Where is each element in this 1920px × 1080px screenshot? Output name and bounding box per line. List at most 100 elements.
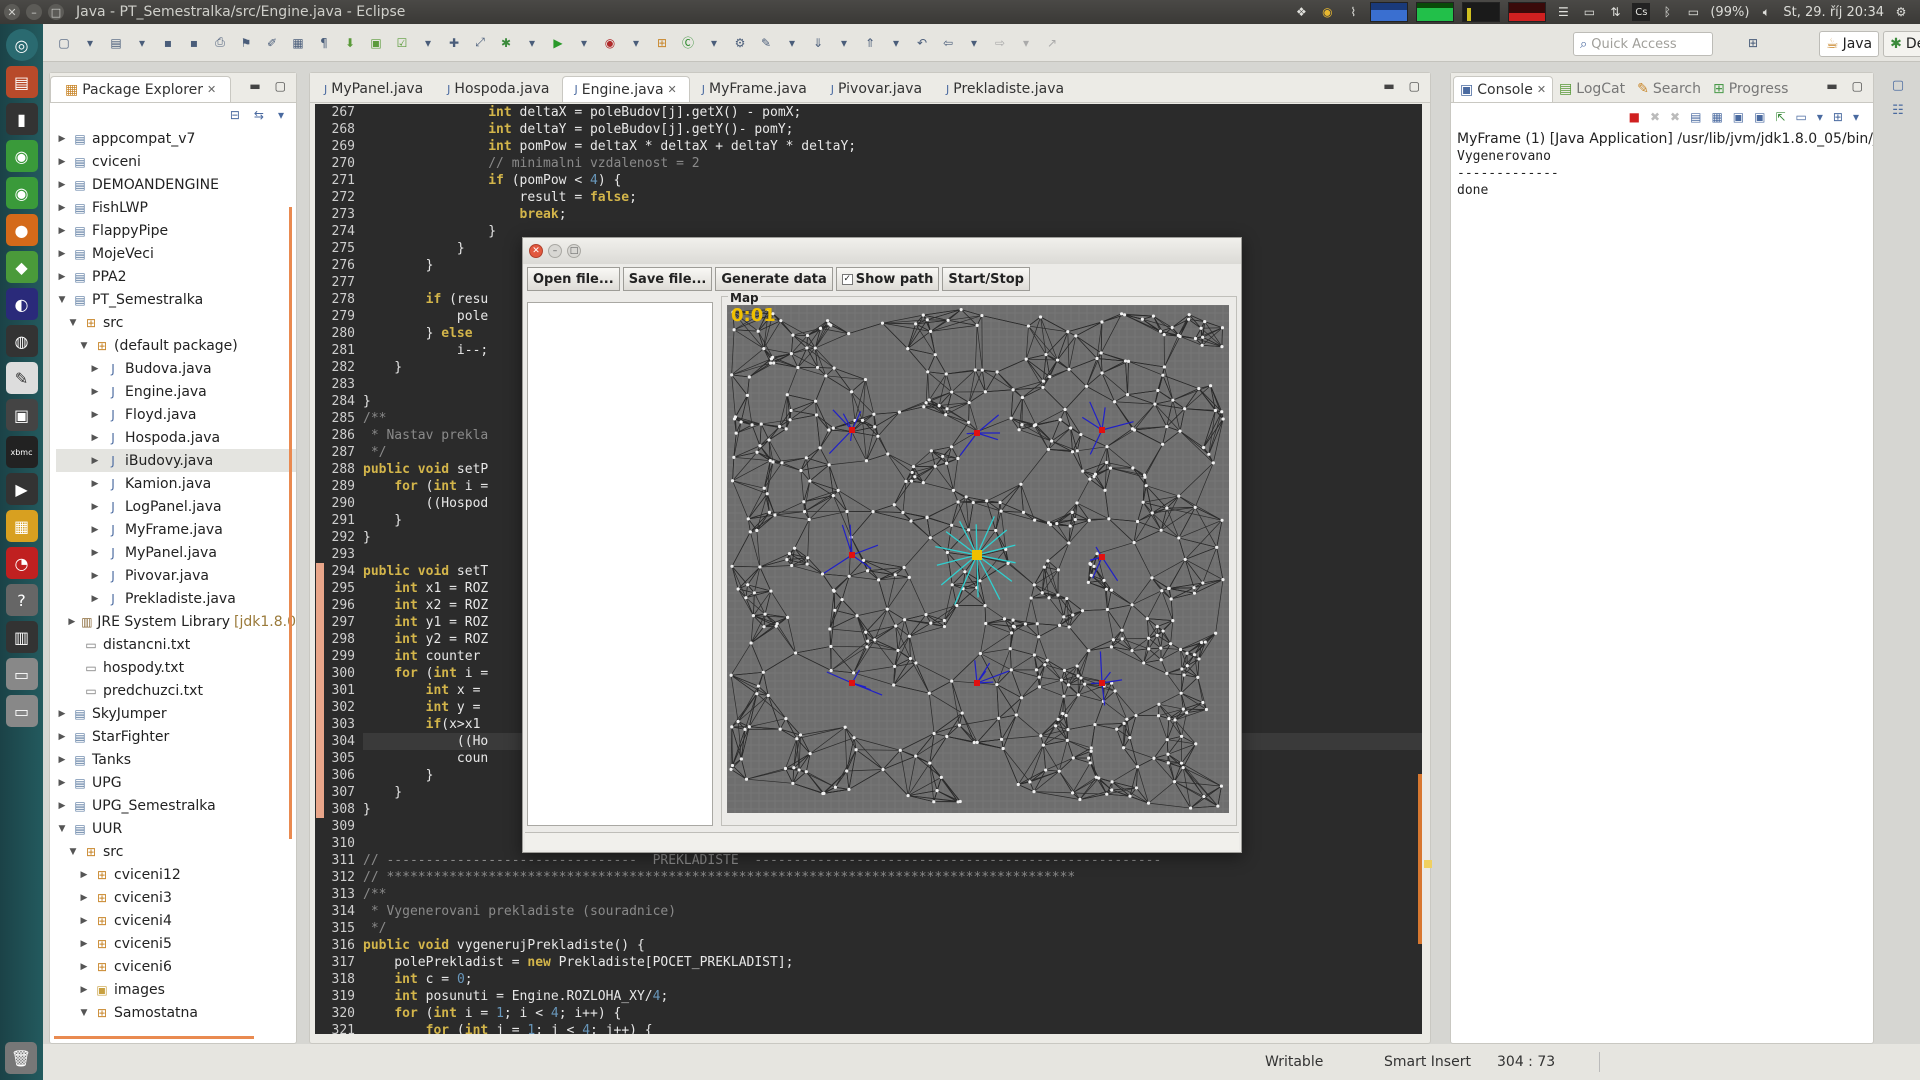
android-avd-icon[interactable]: ▣: [365, 32, 387, 54]
window-maximize-icon[interactable]: □: [48, 4, 64, 20]
tree-item[interactable]: ▶ J Floyd.java: [56, 403, 296, 426]
chrome-launcher-icon[interactable]: ◉: [5, 177, 38, 209]
tree-item[interactable]: ▶ ▤ SkyJumper: [56, 702, 296, 725]
skip-breakpoints-icon[interactable]: ⤢: [469, 32, 491, 54]
tree-item[interactable]: ▶ J Budova.java: [56, 357, 296, 380]
close-tab-icon[interactable]: ✕: [207, 83, 216, 96]
collapsed-arrow-icon[interactable]: ▶: [89, 456, 101, 466]
dropdown-icon[interactable]: ▾: [885, 32, 907, 54]
menu-icon[interactable]: ☰: [1554, 3, 1572, 21]
view-menu-icon[interactable]: ▾: [278, 108, 284, 122]
network-icon[interactable]: ⇅: [1606, 3, 1624, 21]
maximize-view-icon[interactable]: ▢: [1852, 79, 1863, 93]
block-selection-icon[interactable]: ▦: [287, 32, 309, 54]
expanded-arrow-icon[interactable]: ▼: [78, 1008, 90, 1018]
collapsed-arrow-icon[interactable]: ▶: [56, 778, 68, 788]
collapsed-arrow-icon[interactable]: ▶: [89, 364, 101, 374]
outline-icon[interactable]: ☷: [1892, 103, 1904, 118]
collapsed-arrow-icon[interactable]: ▶: [89, 525, 101, 535]
editor-tab[interactable]: J Prekladiste.java: [934, 76, 1076, 102]
collapsed-arrow-icon[interactable]: ▶: [89, 571, 101, 581]
collapsed-arrow-icon[interactable]: ▶: [78, 962, 90, 972]
next-annotation-icon[interactable]: ⇓: [807, 32, 829, 54]
maximize-view-icon[interactable]: ▢: [275, 79, 286, 93]
maximize-icon[interactable]: □: [567, 244, 581, 258]
forward-icon[interactable]: ⇨: [989, 32, 1011, 54]
tree-item[interactable]: ▼ ⊞ src: [56, 311, 296, 334]
close-tab-icon[interactable]: ✕: [1537, 83, 1546, 96]
new-java-package-icon[interactable]: ⊞: [651, 32, 673, 54]
dropdown-icon[interactable]: ▾: [703, 32, 725, 54]
tree-item[interactable]: ▶ JiBudovy.java: [56, 449, 296, 472]
print-icon[interactable]: ⎙: [209, 32, 231, 54]
show-whitespace-icon[interactable]: ¶: [313, 32, 335, 54]
editor-tab[interactable]: J Hospoda.java: [435, 76, 561, 102]
collapsed-arrow-icon[interactable]: ▶: [89, 502, 101, 512]
collapsed-arrow-icon[interactable]: ▶: [56, 157, 68, 167]
window-minimize-icon[interactable]: –: [26, 4, 42, 20]
tree-item[interactable]: ▶ ▤ FishLWP: [56, 196, 296, 219]
tree-item[interactable]: ▶ ⊞ cviceni4: [56, 909, 296, 932]
tree-item[interactable]: ▼ ⊞ Samostatna: [56, 1001, 296, 1024]
mark-occurrences-icon[interactable]: ✐: [261, 32, 283, 54]
map-canvas[interactable]: 0:01: [727, 305, 1229, 813]
tab-package-explorer[interactable]: ▦ Package Explorer ✕: [50, 76, 232, 102]
expanded-arrow-icon[interactable]: ▼: [67, 318, 79, 328]
video-player-icon[interactable]: ▶: [5, 473, 38, 505]
collapsed-arrow-icon[interactable]: ▶: [56, 226, 68, 236]
collapsed-arrow-icon[interactable]: ▶: [89, 387, 101, 397]
horizontal-scrollbar[interactable]: [54, 1036, 254, 1039]
scroll-lock-icon[interactable]: ▦: [1711, 110, 1722, 124]
dropdown-icon[interactable]: ▾: [573, 32, 595, 54]
tree-item[interactable]: ▶ ▥ JRE System Library [jdk1.8.0: [56, 610, 296, 633]
editor-tab[interactable]: J Engine.java ✕: [561, 76, 690, 102]
xbmc-icon[interactable]: xbmc: [5, 436, 38, 468]
previous-annotation-icon[interactable]: ⇑: [859, 32, 881, 54]
collapsed-arrow-icon[interactable]: ▶: [56, 203, 68, 213]
dropbox-icon[interactable]: ❖: [1292, 3, 1310, 21]
tab-console[interactable]: ▣ Console ✕: [1453, 76, 1554, 102]
tree-item[interactable]: ▼ ⊞ src: [56, 840, 296, 863]
text-editor-icon[interactable]: ✎: [5, 362, 38, 394]
battery-icon[interactable]: ▭: [1684, 3, 1702, 21]
dropdown-icon[interactable]: ▾: [1817, 110, 1823, 124]
drive-icon[interactable]: ▭: [5, 695, 38, 727]
tree-item[interactable]: ▼ ▤ UUR: [56, 817, 296, 840]
run-external-icon[interactable]: ◉: [599, 32, 621, 54]
tree-item[interactable]: ▶ ▤ UPG_Semestralka: [56, 794, 296, 817]
tree-item[interactable]: ▶ J MyPanel.java: [56, 541, 296, 564]
new-android-icon[interactable]: ✚: [443, 32, 465, 54]
clock[interactable]: St, 29. říj 20:34: [1783, 5, 1884, 20]
tree-item[interactable]: ▶ ▣ images: [56, 978, 296, 1001]
collapsed-arrow-icon[interactable]: ▶: [56, 732, 68, 742]
run-icon[interactable]: ▶: [547, 32, 569, 54]
tree-item[interactable]: ▶ J Pivovar.java: [56, 564, 296, 587]
minimize-view-icon[interactable]: ▬: [1383, 79, 1394, 93]
minimize-icon[interactable]: –: [548, 244, 562, 258]
debug-perspective-button[interactable]: ✱Debug: [1883, 31, 1920, 57]
tree-item[interactable]: ▶ ⊞ cviceni12: [56, 863, 296, 886]
chrome-launcher-icon[interactable]: ◉: [5, 140, 38, 172]
minimize-view-icon[interactable]: ▬: [249, 79, 260, 93]
tree-item[interactable]: ▭ hospody.txt: [56, 656, 296, 679]
collapsed-arrow-icon[interactable]: ▶: [56, 272, 68, 282]
log-list[interactable]: [527, 302, 713, 826]
tree-item[interactable]: ▶ J Prekladiste.java: [56, 587, 296, 610]
tree-item[interactable]: ▼ ▤ PT_Semestralka: [56, 288, 296, 311]
link-with-editor-icon[interactable]: ⇆: [254, 108, 264, 122]
tree-item[interactable]: ▶ ▤ MojeVeci: [56, 242, 296, 265]
expanded-arrow-icon[interactable]: ▼: [56, 824, 68, 834]
collapsed-arrow-icon[interactable]: ▶: [78, 893, 90, 903]
tree-item[interactable]: ▶ ▤ PPA2: [56, 265, 296, 288]
volume-icon[interactable]: 🔈︎: [1757, 3, 1775, 21]
collapsed-arrow-icon[interactable]: ▶: [56, 134, 68, 144]
tree-item[interactable]: ▼ ⊞ (default package): [56, 334, 296, 357]
tree-item[interactable]: ▶ ▤ cviceni: [56, 150, 296, 173]
trash-icon[interactable]: 🗑︎: [5, 1042, 37, 1074]
expanded-arrow-icon[interactable]: ▼: [56, 295, 68, 305]
remove-all-icon[interactable]: ✖: [1670, 110, 1680, 124]
open-file-button[interactable]: Open file...: [527, 267, 620, 291]
new-java-class-icon[interactable]: Ⓒ: [677, 32, 699, 54]
console-output[interactable]: MyFrame (1) [Java Application] /usr/lib/…: [1451, 131, 1873, 200]
show-path-checkbox[interactable]: ✓ Show path: [835, 267, 940, 291]
